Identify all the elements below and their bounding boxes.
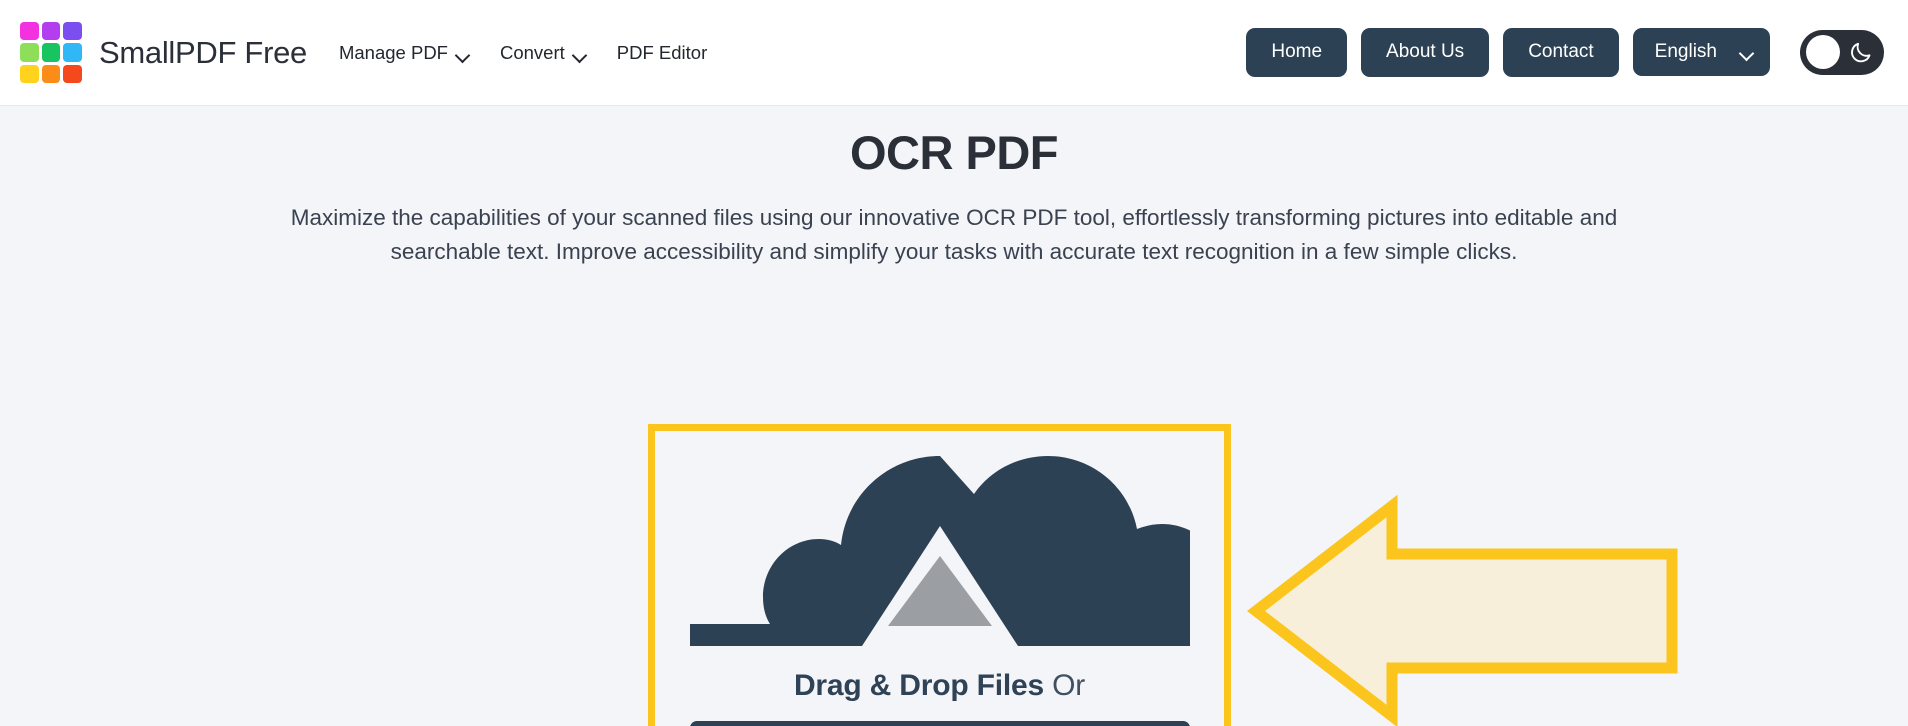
logo-cell-7 [20, 64, 39, 84]
nav-item-convert[interactable]: Convert [500, 38, 587, 68]
nav-item-manage-pdf-label: Manage PDF [338, 41, 448, 63]
language-select[interactable]: English [1632, 28, 1770, 77]
dropzone-instruction-bold: Drag & Drop Files [793, 669, 1044, 702]
primary-navigation: Manage PDF Convert PDF Editor [339, 38, 707, 68]
logo-cell-9 [63, 64, 82, 84]
browse-files-button[interactable]: Browse Files [689, 721, 1190, 726]
cloud-upload-icon [689, 456, 1190, 646]
brand-logo-area[interactable]: SmallPDF Free [20, 21, 307, 84]
nav-item-manage-pdf[interactable]: Manage PDF [339, 38, 470, 68]
logo-cell-6 [63, 43, 82, 62]
page-description: Maximize the capabilities of your scanne… [290, 205, 1618, 264]
logo-cell-5 [41, 43, 61, 62]
file-dropzone[interactable]: Drag & Drop Files Or Browse Files [648, 424, 1231, 726]
annotation-left-arrow [1247, 494, 1678, 726]
chevron-down-icon [1741, 48, 1754, 57]
nav-item-convert-label: Convert [499, 41, 565, 63]
chevron-down-icon [457, 50, 470, 58]
moon-icon [1851, 43, 1871, 63]
nav-item-pdf-editor-label: PDF Editor [616, 41, 708, 63]
about-us-button[interactable]: About Us [1361, 28, 1490, 77]
contact-button[interactable]: Contact [1503, 28, 1619, 77]
home-button[interactable]: Home [1246, 28, 1348, 77]
dark-mode-toggle[interactable] [1800, 29, 1884, 75]
dropzone-instruction: Drag & Drop Files Or [794, 669, 1085, 703]
toggle-knob [1806, 35, 1840, 70]
brand-name: SmallPDF Free [99, 34, 307, 70]
logo-cell-8 [41, 64, 61, 84]
logo-cell-2 [41, 21, 61, 41]
language-select-value: English [1654, 41, 1717, 63]
nav-item-pdf-editor[interactable]: PDF Editor [617, 38, 707, 68]
site-header: SmallPDF Free Manage PDF Convert PDF Edi… [0, 0, 1908, 106]
dropzone-instruction-light: Or [1052, 669, 1086, 702]
logo-cell-3 [63, 21, 82, 41]
page-title: OCR PDF [850, 126, 1059, 179]
chevron-down-icon [574, 50, 587, 58]
logo-cell-1 [20, 21, 39, 41]
header-actions: Home About Us Contact English [1246, 28, 1884, 77]
main-content: OCR PDF Maximize the capabilities of you… [0, 106, 1908, 726]
logo-cell-4 [20, 43, 39, 62]
smallpdf-logo-grid-icon [20, 21, 82, 84]
